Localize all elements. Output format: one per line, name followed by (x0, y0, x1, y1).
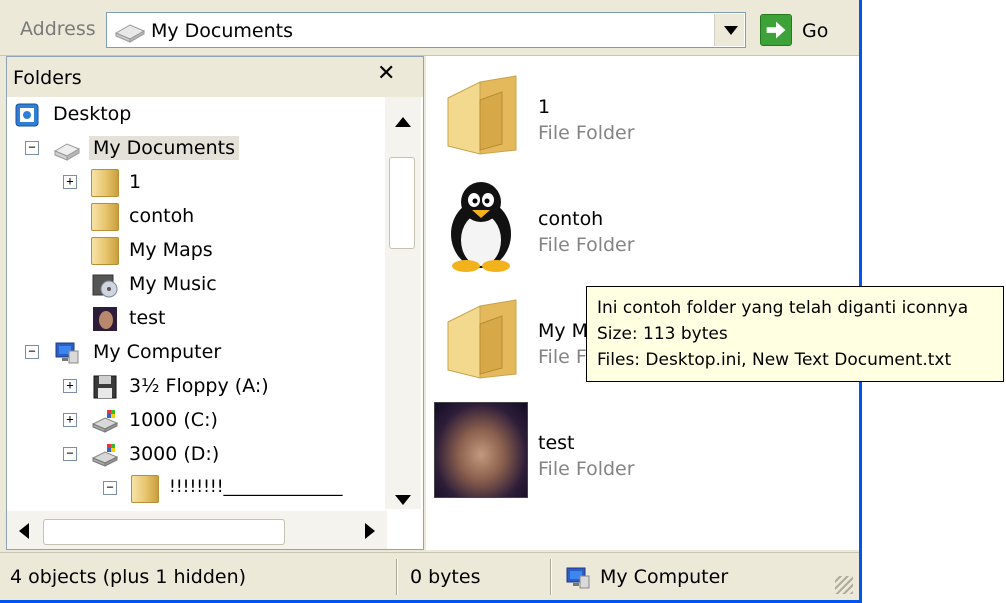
desktop-icon (15, 103, 39, 127)
folder-icon (91, 169, 119, 197)
item-name: contoh (538, 208, 604, 230)
computer-icon (566, 567, 590, 589)
penguin-icon (451, 182, 511, 272)
scroll-up-icon[interactable] (395, 117, 411, 127)
photo-thumbnail (434, 402, 528, 498)
folders-title: Folders (13, 67, 82, 89)
item-name: 1 (538, 96, 551, 118)
tree-label: My Maps (129, 239, 213, 261)
my-documents-icon (53, 143, 81, 161)
tree-label: My Music (129, 273, 217, 295)
expand-icon[interactable]: + (63, 175, 77, 189)
collapse-icon[interactable]: − (103, 481, 117, 495)
scroll-down-icon[interactable] (395, 495, 411, 505)
tree-label: Desktop (53, 103, 132, 125)
tree-vertical-scrollbar[interactable] (385, 97, 421, 509)
collapse-icon[interactable]: − (63, 447, 77, 461)
music-folder-icon (92, 274, 118, 298)
tree-label: My Documents (89, 136, 240, 160)
tree-label: My Computer (93, 341, 222, 363)
tooltip-description: Ini contoh folder yang telah diganti ico… (597, 298, 969, 318)
tree-label: 1000 (C:) (129, 409, 218, 431)
scroll-thumb[interactable] (389, 157, 415, 249)
item-type: File F (538, 346, 587, 368)
folders-pane: Folders ✕ Desktop − My Documents + 1 con… (6, 56, 424, 550)
content-item-test[interactable]: test File Folder (434, 402, 854, 502)
folder-thumbnail (434, 66, 528, 162)
drive-icon (91, 444, 119, 467)
folders-header: Folders ✕ (7, 57, 423, 97)
status-objects: 4 objects (plus 1 hidden) (10, 566, 247, 588)
resize-grip-icon[interactable] (835, 576, 853, 594)
expand-icon[interactable]: + (63, 379, 77, 393)
expand-icon[interactable]: + (63, 413, 77, 427)
penguin-thumbnail (434, 178, 528, 274)
status-divider (396, 559, 398, 595)
tree-label: 3½ Floppy (A:) (129, 375, 269, 397)
folder-icon (91, 203, 119, 231)
item-name: My M (538, 320, 589, 342)
tree-label: 1 (129, 171, 142, 193)
folder-icon (447, 299, 517, 379)
tree-horizontal-scrollbar[interactable] (7, 511, 387, 549)
my-documents-icon (114, 24, 146, 43)
address-bar: Address My Documents Go (0, 0, 859, 56)
tooltip-size: Size: 113 bytes (597, 324, 728, 344)
status-size: 0 bytes (410, 566, 481, 588)
photo-icon (93, 307, 117, 331)
item-type: File Folder (538, 234, 635, 256)
tree-label: contoh (129, 205, 195, 227)
folder-icon (131, 475, 159, 503)
folder-thumbnail (434, 290, 528, 386)
collapse-icon[interactable]: − (25, 141, 39, 155)
folder-icon (91, 237, 119, 265)
scroll-thumb[interactable] (43, 519, 285, 545)
floppy-icon (93, 375, 117, 399)
content-item-contoh[interactable]: contoh File Folder (434, 178, 854, 278)
photo-icon (434, 402, 528, 498)
folder-tree: Desktop − My Documents + 1 contoh My Map… (7, 97, 383, 509)
drive-icon (91, 410, 119, 433)
close-icon[interactable]: ✕ (377, 61, 395, 86)
address-input[interactable]: My Documents (106, 12, 746, 48)
item-name: test (538, 432, 575, 454)
go-button[interactable]: Go (760, 14, 840, 48)
folder-tooltip: Ini contoh folder yang telah diganti ico… (586, 286, 1004, 382)
item-type: File Folder (538, 458, 635, 480)
content-item-1[interactable]: 1 File Folder (434, 66, 854, 166)
collapse-icon[interactable]: − (25, 345, 39, 359)
status-bar: 4 objects (plus 1 hidden) 0 bytes My Com… (0, 552, 859, 600)
tooltip-files: Files: Desktop.ini, New Text Document.tx… (597, 350, 952, 370)
address-dropdown-button[interactable] (714, 14, 744, 46)
tree-label: 3000 (D:) (129, 443, 220, 465)
folder-icon (447, 75, 517, 155)
scroll-left-icon[interactable] (19, 523, 29, 539)
go-arrow-icon (760, 14, 792, 46)
go-label: Go (802, 20, 829, 42)
status-location: My Computer (600, 566, 729, 588)
item-type: File Folder (538, 122, 635, 144)
status-divider (550, 559, 552, 595)
tree-label: test (129, 307, 166, 329)
scroll-right-icon[interactable] (365, 523, 375, 539)
address-value: My Documents (151, 20, 294, 42)
tree-label: !!!!!!!!______________ (169, 477, 343, 497)
address-label: Address (20, 18, 96, 40)
computer-icon (55, 342, 79, 364)
